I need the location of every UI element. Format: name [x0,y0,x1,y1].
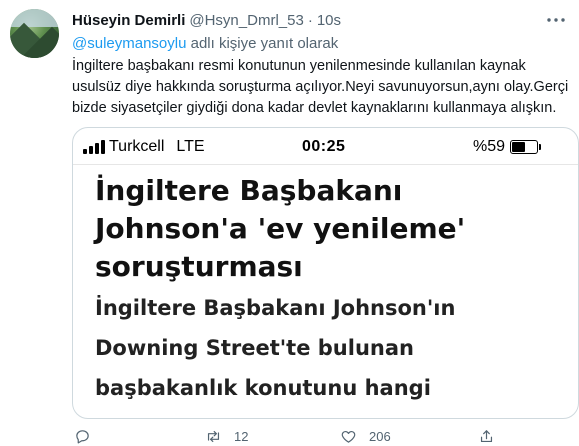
body-line: İngiltere Başbakanı Johnson'ın [95,296,456,320]
author-name[interactable]: Hüseyin Demirli [72,12,185,29]
more-icon[interactable] [545,10,567,30]
retweet-icon [207,430,220,442]
author-avatar[interactable] [10,9,59,58]
tweet-text-line: İngiltere başbakanı resmi konutunun yeni… [72,58,526,74]
reply-button[interactable] [74,426,103,446]
tweet-text-line: usulsüz diye hakkında soruşturma açılıyo… [72,79,569,95]
share-button[interactable] [478,426,507,446]
news-body: İngiltere Başbakanı Johnson'ın Downing S… [95,288,456,418]
heart-icon [341,430,356,443]
battery-icon [510,140,542,154]
body-line: Downing Street'te bulunan [95,336,414,360]
phone-status-bar: Turkcell LTE 00:25 %59 [83,135,553,159]
headline-line: İngiltere Başbakanı [95,174,403,207]
tweet-text-line: bizde siyasetçiler giydiği dona kadar de… [72,100,557,116]
headline-line: Johnson'a 'ev yenileme' [95,212,466,245]
body-line: kaynaklarla yenilediği belirli [95,408,455,418]
network-type: LTE [176,138,205,155]
separator-dot: · [307,11,313,29]
retweet-button[interactable]: 12 [205,426,248,446]
tweet-text: İngiltere başbakanı resmi konutunun yeni… [72,56,569,119]
author-handle[interactable]: @Hsyn_Dmrl_53 [189,12,303,29]
replying-suffix: adlı kişiye yanıt olarak [186,35,339,52]
headline-line: soruşturması [95,250,303,283]
like-count: 206 [369,428,391,444]
reply-icon [76,429,89,443]
avatar-sky [10,9,59,27]
tweet-time[interactable]: 10s [317,12,341,29]
attached-image[interactable]: Turkcell LTE 00:25 %59 İngiltere Başbaka… [72,127,579,419]
carrier-name: Turkcell [109,138,165,155]
replying-to: @suleymansoylu adlı kişiye yanıt olarak [72,35,338,52]
status-divider [73,164,578,165]
news-headline: İngiltere Başbakanı Johnson'a 'ev yenile… [95,172,465,286]
share-icon [480,429,493,442]
tweet-actions: 12 206 [72,426,567,446]
retweet-count: 12 [234,428,249,444]
phone-clock: 00:25 [302,138,346,155]
tweet-header: Hüseyin Demirli @Hsyn_Dmrl_53 · 10s [72,10,341,30]
like-button[interactable]: 206 [340,426,391,446]
body-line: başbakanlık konutunu hangi [95,376,431,400]
replying-mention-link[interactable]: @suleymansoylu [72,35,186,52]
battery-percent: %59 [473,138,506,155]
signal-icon [83,140,105,154]
